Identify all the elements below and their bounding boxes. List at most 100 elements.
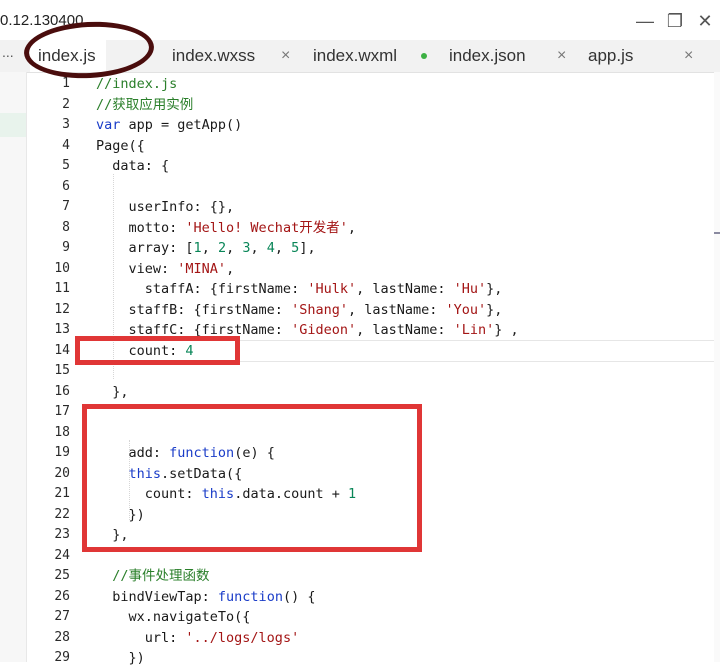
code-token: //index.js [96, 76, 178, 92]
code-token: //获取应用实例 [96, 96, 194, 113]
code-token: , [347, 219, 356, 236]
line-number: 21 [54, 486, 70, 501]
line-number: 22 [54, 506, 70, 522]
code-token: staffB: {firstName: [96, 301, 292, 318]
scrollbar-marker [714, 232, 720, 234]
line-number: 7 [62, 199, 70, 214]
tab-close-icon[interactable]: × [684, 40, 693, 72]
code-line[interactable]: //事件处理函数 [96, 566, 210, 587]
code-line[interactable]: //index.js [96, 74, 177, 95]
code-line[interactable]: }) [96, 648, 145, 669]
code-line[interactable]: //获取应用实例 [96, 95, 193, 116]
code-token: , [201, 240, 218, 256]
tab-close-icon[interactable]: × [557, 40, 566, 72]
line-number: 12 [54, 301, 70, 317]
code-token: wx.navigateTo({ [96, 609, 251, 625]
code-line[interactable]: bindViewTap: function() { [96, 587, 315, 608]
line-number: 27 [54, 609, 70, 624]
code-token: 'Hu' [453, 281, 487, 297]
code-token: , [226, 260, 235, 277]
code-token: motto: [96, 219, 186, 236]
code-token: }, [96, 383, 129, 400]
line-number: 18 [54, 424, 70, 440]
code-token: 1 [193, 240, 202, 256]
unsaved-dot-icon [421, 53, 427, 59]
line-number: 15 [54, 363, 70, 378]
code-token: Page({ [96, 137, 145, 154]
line-number: 26 [54, 588, 70, 604]
code-token: 'You' [445, 301, 487, 318]
code-token: staffA: {firstName: [96, 281, 308, 297]
code-token: , lastName: [347, 301, 446, 318]
editor-scrollbar[interactable] [714, 72, 720, 662]
code-token: bindViewTap: [96, 588, 218, 605]
line-number: 24 [54, 547, 70, 563]
file-tree-strip[interactable] [0, 72, 27, 662]
line-number: 8 [62, 219, 70, 235]
code-token: 'Hello! Wechat开发者' [185, 219, 348, 236]
code-token: app = getApp() [120, 117, 243, 133]
line-number: 9 [62, 240, 70, 255]
line-number: 16 [54, 383, 70, 399]
code-line[interactable]: Page({ [96, 136, 145, 157]
code-token: }, [486, 301, 503, 318]
line-number: 13 [54, 322, 70, 337]
line-number: 28 [54, 629, 70, 645]
code-line[interactable]: motto: 'Hello! Wechat开发者', [96, 218, 356, 239]
tab-app-js[interactable]: app.js [588, 40, 633, 72]
code-token: }) [96, 650, 145, 666]
line-number: 4 [62, 137, 70, 153]
code-token: userInfo: {}, [96, 199, 235, 215]
annotation-box-add-function [82, 404, 422, 552]
code-token: 4 [266, 240, 275, 256]
code-token: ], [299, 240, 316, 256]
code-line[interactable]: staffB: {firstName: 'Shang', lastName: '… [96, 300, 503, 321]
tab-index-wxml[interactable]: index.wxml [313, 40, 397, 72]
close-icon[interactable]: ✕ [694, 10, 716, 32]
code-line[interactable]: userInfo: {}, [96, 197, 235, 218]
more-icon[interactable]: ... [2, 44, 14, 60]
code-token: function [217, 588, 283, 605]
maximize-icon[interactable]: ❐ [664, 10, 686, 32]
line-number: 23 [54, 527, 70, 542]
line-number: 10 [54, 260, 70, 276]
tab-index-wxss[interactable]: index.wxss [172, 40, 255, 72]
line-number: 19 [54, 445, 70, 460]
code-line[interactable]: staffA: {firstName: 'Hulk', lastName: 'H… [96, 279, 503, 300]
tab-index-json[interactable]: index.json [449, 40, 526, 72]
minimize-icon[interactable]: — [634, 10, 656, 32]
line-number: 5 [62, 158, 70, 173]
code-line[interactable]: wx.navigateTo({ [96, 607, 251, 628]
code-token: 'Gideon' [291, 322, 357, 338]
tab-close-icon[interactable]: × [281, 40, 290, 72]
code-line[interactable]: data: { [96, 156, 169, 177]
code-token: () { [282, 588, 316, 605]
code-token: 'Hulk' [307, 281, 357, 297]
code-token: , lastName: [356, 322, 454, 338]
code-token: view: [96, 260, 178, 277]
code-line[interactable]: }, [96, 382, 129, 403]
line-number: 14 [54, 342, 70, 358]
code-token: 'Shang' [291, 301, 348, 318]
code-token: //事件处理函数 [112, 568, 210, 584]
selected-file-indicator [0, 113, 26, 137]
line-number: 3 [62, 117, 70, 132]
code-line[interactable]: url: '../logs/logs' [96, 628, 299, 649]
code-line[interactable]: array: [1, 2, 3, 4, 5], [96, 238, 316, 259]
code-line[interactable]: view: 'MINA', [96, 259, 235, 280]
code-token: , [226, 240, 243, 256]
code-token: , [250, 240, 267, 256]
line-number: 29 [54, 650, 70, 665]
tab-label: index.json [449, 46, 526, 65]
line-number: 2 [62, 96, 70, 112]
tab-label: index.wxml [313, 46, 398, 65]
code-token: 3 [242, 240, 251, 256]
annotation-box-count [75, 336, 240, 365]
code-line[interactable]: var app = getApp() [96, 115, 242, 136]
code-token: 'Lin' [453, 322, 495, 338]
code-token: } , [494, 322, 519, 338]
line-number: 20 [54, 465, 70, 481]
tab-label: index.wxss [172, 46, 256, 65]
line-number: 6 [62, 178, 70, 194]
